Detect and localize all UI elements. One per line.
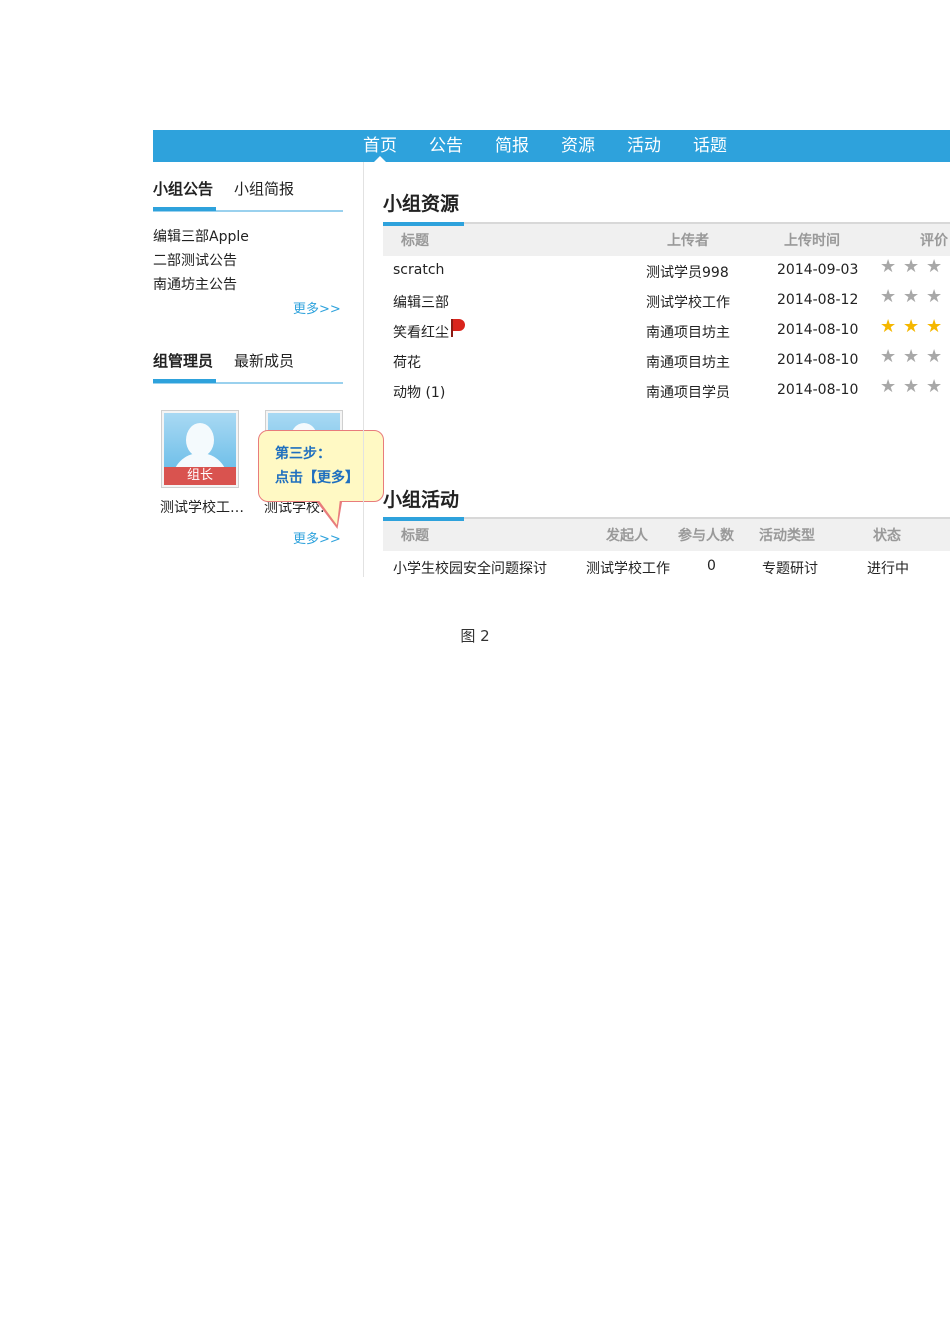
callout-line-1: 第三步： (275, 446, 331, 462)
step-callout: 第三步： 点击【更多】 (258, 430, 384, 502)
resource-title-text: scratch (393, 262, 445, 278)
resource-upload-date: 2014-08-10 (777, 352, 859, 368)
rating-star-icon[interactable]: ★ (880, 288, 898, 306)
activities-section-title: 小组活动 (383, 489, 460, 511)
rating-star-icon[interactable]: ★ (926, 288, 944, 306)
activity-initiator: 测试学校工作 (586, 561, 670, 577)
members-more-link[interactable]: 更多>> (293, 528, 341, 547)
activity-type: 专题研讨 (762, 561, 818, 577)
resource-title-text: 动物 (1) (393, 385, 446, 401)
red-flag-icon (451, 319, 465, 337)
tab-newest-members[interactable]: 最新成员 (234, 350, 294, 371)
col-status: 状态 (873, 528, 901, 544)
rating-star-icon[interactable]: ★ (903, 288, 921, 306)
resource-uploader: 南通项目学员 (646, 385, 730, 401)
resource-uploader: 南通项目坊主 (646, 355, 730, 371)
nav-topics[interactable]: 话题 (693, 130, 727, 162)
announcement-item[interactable]: 南通坊主公告 (153, 274, 237, 294)
activity-status: 进行中 (867, 561, 909, 577)
resource-uploader: 南通项目坊主 (646, 325, 730, 341)
resource-upload-date: 2014-09-03 (777, 262, 859, 278)
nav-home[interactable]: 首页 (363, 130, 397, 162)
resource-title-link[interactable]: 编辑三部 (393, 292, 449, 312)
resource-upload-date: 2014-08-12 (777, 292, 859, 308)
activity-title-link[interactable]: 小学生校园安全问题探讨 (393, 558, 547, 578)
resource-title-link[interactable]: 荷花 (393, 352, 421, 372)
col-upload-time: 上传时间 (784, 233, 840, 249)
resource-title-text: 荷花 (393, 355, 421, 371)
leader-badge: 组长 (164, 467, 236, 485)
resource-upload-date: 2014-08-10 (777, 322, 859, 338)
tab-group-admins[interactable]: 组管理员 (153, 350, 213, 371)
nav-announcements[interactable]: 公告 (429, 130, 463, 162)
rating-star-icon[interactable]: ★ (926, 348, 944, 366)
announcement-item[interactable]: 二部测试公告 (153, 250, 237, 270)
col-rating: 评价 (920, 233, 948, 249)
nav-briefings[interactable]: 简报 (495, 130, 529, 162)
resource-title-link[interactable]: scratch (393, 262, 444, 278)
activity-participants: 0 (707, 558, 716, 574)
resource-title-link[interactable]: 动物 (1) (393, 382, 445, 402)
member-avatar[interactable]: 组长 (161, 410, 239, 488)
announcement-item[interactable]: 编辑三部Apple (153, 226, 249, 246)
col-title: 标题 (401, 528, 429, 544)
callout-line-2: 点击【更多】 (275, 470, 359, 486)
col-activity-type: 活动类型 (759, 528, 815, 544)
rating-star-icon[interactable]: ★ (880, 318, 898, 336)
resource-uploader: 测试学员998 (646, 265, 729, 281)
tab-active-indicator (153, 379, 216, 383)
resource-upload-date: 2014-08-10 (777, 382, 859, 398)
rating-star-icon[interactable]: ★ (880, 348, 898, 366)
column-divider (363, 162, 364, 577)
rating-star-icon[interactable]: ★ (903, 318, 921, 336)
col-initiator: 发起人 (606, 528, 648, 544)
rating-star-icon[interactable]: ★ (903, 258, 921, 276)
resources-table-header: 标题 上传者 上传时间 评价 (383, 222, 950, 256)
announcements-more-link[interactable]: 更多>> (293, 298, 341, 317)
activities-table-header: 标题 发起人 参与人数 活动类型 状态 (383, 517, 950, 551)
figure-caption: 图 2 (460, 627, 490, 645)
nav-resources[interactable]: 资源 (561, 130, 595, 162)
resource-uploader: 测试学校工作 (646, 295, 730, 311)
tab-active-indicator (153, 207, 216, 211)
rating-star-icon[interactable]: ★ (880, 378, 898, 396)
tab-group-briefings[interactable]: 小组简报 (234, 178, 294, 199)
col-participants: 参与人数 (678, 528, 734, 544)
resource-title-text: 编辑三部 (393, 295, 449, 311)
rating-star-icon[interactable]: ★ (903, 378, 921, 396)
section-accent (383, 517, 464, 521)
rating-star-icon[interactable]: ★ (880, 258, 898, 276)
resources-section-title: 小组资源 (383, 193, 460, 215)
top-nav-bar: 首页 公告 简报 资源 活动 话题 (153, 130, 950, 162)
rating-star-icon[interactable]: ★ (926, 258, 944, 276)
rating-star-icon[interactable]: ★ (926, 378, 944, 396)
member-name[interactable]: 测试学校工… (160, 497, 250, 517)
tab-group-announcements[interactable]: 小组公告 (153, 178, 213, 199)
rating-star-icon[interactable]: ★ (926, 318, 944, 336)
resource-title-text: 笑看红尘 (393, 325, 449, 341)
nav-activities[interactable]: 活动 (627, 130, 661, 162)
col-uploader: 上传者 (667, 233, 709, 249)
col-title: 标题 (401, 233, 429, 249)
resource-title-link[interactable]: 笑看红尘 (393, 319, 465, 342)
section-accent (383, 222, 464, 226)
rating-star-icon[interactable]: ★ (903, 348, 921, 366)
